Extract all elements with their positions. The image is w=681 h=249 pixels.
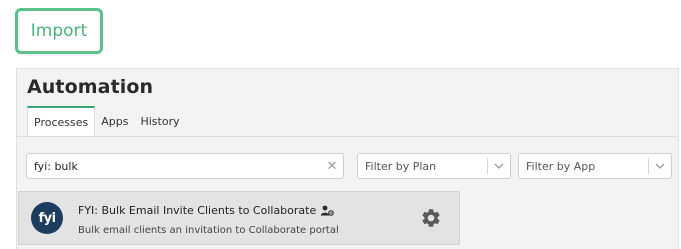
tab-processes[interactable]: Processes	[27, 106, 96, 136]
tab-history[interactable]: History	[134, 106, 185, 136]
filter-by-plan-placeholder: Filter by Plan	[365, 159, 437, 173]
filter-by-app-placeholder: Filter by App	[526, 159, 596, 173]
tab-apps[interactable]: Apps	[95, 106, 134, 136]
gear-icon[interactable]	[420, 207, 442, 229]
process-card[interactable]: fyi FYI: Bulk Email Invite Clients to Co…	[18, 191, 460, 245]
tab-divider	[17, 136, 678, 137]
import-button[interactable]: Import	[15, 8, 103, 54]
process-title-text: FYI: Bulk Email Invite Clients to Collab…	[78, 204, 317, 217]
process-title[interactable]: FYI: Bulk Email Invite Clients to Collab…	[78, 204, 335, 217]
process-description: Bulk email clients an invitation to Coll…	[78, 225, 339, 236]
search-input[interactable]	[27, 154, 321, 178]
automation-panel: Automation Processes Apps History ✕ Filt…	[16, 68, 679, 249]
page-title: Automation	[27, 76, 154, 98]
search-field[interactable]: ✕	[26, 153, 344, 179]
user-settings-icon	[320, 205, 335, 216]
chevron-down-icon[interactable]	[649, 163, 671, 169]
filter-by-plan-select[interactable]: Filter by Plan	[357, 153, 511, 179]
fyi-logo: fyi	[31, 202, 63, 234]
close-icon[interactable]: ✕	[321, 159, 343, 174]
tab-bar: Processes Apps History	[27, 106, 186, 136]
filter-by-app-select[interactable]: Filter by App	[518, 153, 672, 179]
chevron-down-icon[interactable]	[488, 163, 510, 169]
